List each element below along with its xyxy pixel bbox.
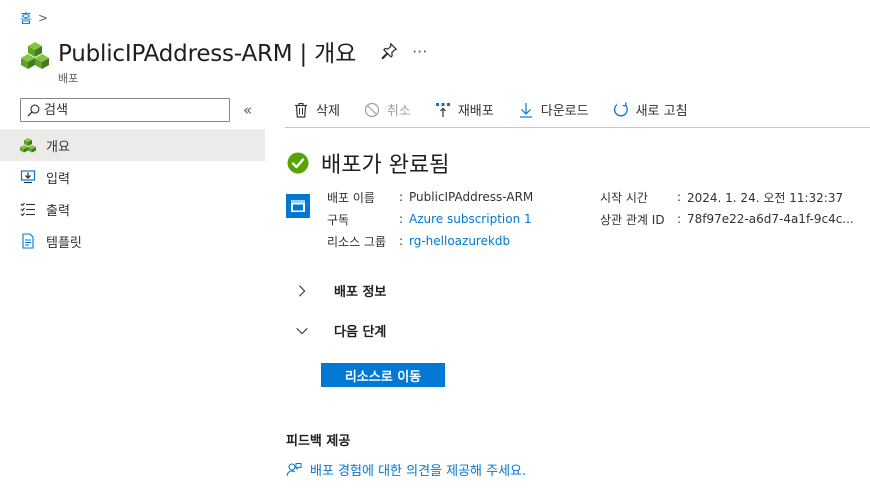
page-header: PublicIPAddress-ARM | 개요 ··· 배포: [20, 34, 427, 86]
download-label: 다운로드: [540, 104, 589, 119]
start-time-label: 시작 시간: [600, 190, 648, 205]
colon: :: [399, 190, 404, 204]
redeploy-icon: [435, 102, 451, 118]
deployment-status: 배포가 완료됨: [287, 147, 449, 179]
chevron-right-icon: [294, 283, 310, 299]
deployment-window-icon: [286, 194, 310, 218]
nav-item-label: 템플릿: [46, 235, 82, 251]
detail-row-deployment-name: 배포 이름 : PublicIPAddress-ARM: [327, 186, 533, 208]
command-bar: 삭제 취소 재배포 다운로드 새로 고침: [285, 92, 870, 128]
search-icon: [27, 104, 40, 116]
nav-item-template[interactable]: 템플릿: [0, 225, 265, 257]
deployment-details-right: 시작 시간 : 2024. 1. 24. 오전 11:32:37 상관 관계 I…: [600, 186, 854, 230]
start-time-value: 2024. 1. 24. 오전 11:32:37: [687, 190, 844, 205]
more-options-icon[interactable]: ···: [412, 42, 427, 61]
detail-row-start-time: 시작 시간 : 2024. 1. 24. 오전 11:32:37: [600, 186, 854, 208]
cancel-button[interactable]: 취소: [356, 98, 411, 122]
nav-item-overview[interactable]: 개요: [0, 129, 265, 161]
download-icon: [518, 102, 534, 118]
detail-row-resource-group: 리소스 그룹 : rg-helloazurekdb: [327, 230, 533, 252]
download-button[interactable]: 다운로드: [510, 98, 589, 122]
colon: :: [677, 212, 682, 226]
correlation-id-value: 78f97e22-a6d7-4a1f-9c4c...: [687, 212, 854, 226]
nav-item-label: 입력: [46, 171, 70, 187]
output-list-icon: [20, 201, 36, 217]
next-steps-section[interactable]: 다음 단계: [294, 321, 386, 340]
status-title: 배포가 완료됨: [321, 153, 450, 178]
search-box: [20, 98, 230, 122]
nav-item-label: 개요: [46, 139, 70, 155]
feedback-link-label: 배포 경험에 대한 의견을 제공해 주세요.: [310, 464, 527, 479]
trash-icon: [293, 102, 309, 118]
resource-group-label: 리소스 그룹: [327, 234, 387, 249]
deployment-name-label: 배포 이름: [327, 190, 375, 205]
collapse-menu-icon[interactable]: «: [243, 101, 252, 119]
subscription-label: 구독: [327, 212, 350, 227]
delete-label: 삭제: [316, 104, 340, 119]
subscription-link[interactable]: Azure subscription 1: [409, 212, 532, 226]
search-input[interactable]: [44, 102, 214, 118]
redeploy-button[interactable]: 재배포: [427, 98, 494, 122]
pin-icon[interactable]: [380, 42, 398, 60]
feedback-title: 피드백 제공: [286, 434, 351, 449]
nav-item-outputs[interactable]: 출력: [0, 193, 265, 225]
input-icon: [20, 169, 36, 185]
refresh-icon: [613, 102, 629, 118]
delete-button[interactable]: 삭제: [285, 98, 340, 122]
page-title: PublicIPAddress-ARM | 개요: [58, 41, 357, 67]
nav-item-inputs[interactable]: 입력: [0, 161, 265, 193]
redeploy-label: 재배포: [457, 104, 494, 119]
success-check-icon: [287, 152, 309, 174]
overview-cubes-icon: [20, 137, 36, 153]
detail-row-subscription: 구독 : Azure subscription 1: [327, 208, 533, 230]
breadcrumb-home-link[interactable]: 홈: [20, 8, 32, 27]
template-document-icon: [20, 233, 36, 249]
feedback-person-icon: [286, 462, 302, 476]
section-label: 배포 정보: [334, 285, 387, 300]
colon: :: [399, 234, 404, 248]
nav-item-label: 출력: [46, 203, 70, 219]
detail-row-correlation-id: 상관 관계 ID : 78f97e22-a6d7-4a1f-9c4c...: [600, 208, 854, 230]
resource-menu: 개요 입력 출력 템플릿: [0, 129, 265, 257]
go-to-resource-button[interactable]: 리소스로 이동: [321, 363, 445, 387]
breadcrumb: 홈 >: [20, 8, 49, 28]
chevron-right-icon: >: [37, 10, 49, 25]
chevron-down-icon: [294, 323, 310, 339]
refresh-label: 새로 고침: [635, 104, 688, 119]
deployment-details-left: 배포 이름 : PublicIPAddress-ARM 구독 : Azure s…: [327, 186, 533, 252]
colon: :: [677, 190, 682, 204]
colon: :: [399, 212, 404, 226]
feedback-link[interactable]: 배포 경험에 대한 의견을 제공해 주세요.: [286, 460, 526, 479]
deployment-cubes-icon: [21, 42, 49, 69]
page-subtitle: 배포: [58, 72, 79, 85]
correlation-id-label: 상관 관계 ID: [600, 212, 665, 227]
refresh-button[interactable]: 새로 고침: [605, 98, 688, 122]
deployment-name-value: PublicIPAddress-ARM: [409, 190, 534, 204]
deployment-details-section[interactable]: 배포 정보: [294, 281, 386, 300]
cancel-label: 취소: [386, 104, 411, 119]
resource-group-link[interactable]: rg-helloazurekdb: [409, 234, 510, 248]
cancel-circle-icon: [364, 102, 380, 118]
section-label: 다음 단계: [334, 325, 387, 340]
